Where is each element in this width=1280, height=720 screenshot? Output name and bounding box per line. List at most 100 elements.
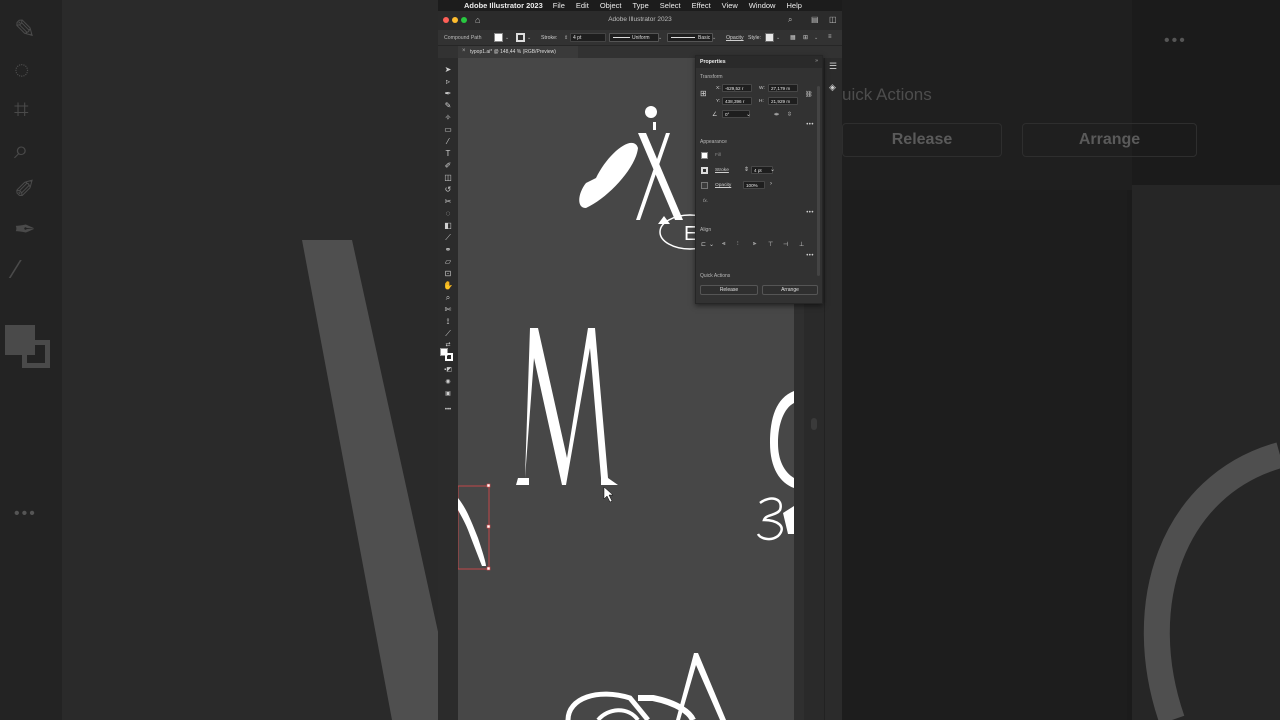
- menu-edit[interactable]: Edit: [576, 1, 589, 10]
- screen-mode-icon[interactable]: ▣: [442, 389, 454, 399]
- properties-title[interactable]: Properties: [700, 59, 726, 65]
- menu-help[interactable]: Help: [786, 1, 801, 10]
- chevron-down-icon[interactable]: ⌄: [505, 35, 509, 41]
- fill-swatch[interactable]: [494, 33, 503, 42]
- glyph-x-serif[interactable]: [653, 122, 656, 130]
- zoom-tool-icon[interactable]: ⌕: [442, 293, 454, 303]
- menu-effect[interactable]: Effect: [692, 1, 711, 10]
- chevron-down-icon[interactable]: ⌄: [712, 35, 716, 41]
- magic-wand-icon[interactable]: ✧: [442, 113, 454, 123]
- chevron-down-icon[interactable]: ⌄: [709, 241, 714, 248]
- menu-type[interactable]: Type: [633, 1, 649, 10]
- eraser-tool-icon[interactable]: ▱: [442, 257, 454, 267]
- color-mode-icon[interactable]: ▪◩: [442, 365, 454, 375]
- chevron-right-icon[interactable]: ›: [770, 181, 772, 187]
- eyedropper-icon[interactable]: ⟋: [442, 329, 454, 339]
- release-button[interactable]: Release: [700, 285, 758, 295]
- align-top-icon[interactable]: ⊤: [768, 241, 773, 248]
- w-field[interactable]: 27,179 m: [768, 84, 798, 92]
- brush-definition-dropdown[interactable]: Basic: [667, 33, 713, 42]
- artboard-tool-icon[interactable]: ⊡: [442, 269, 454, 279]
- opacity-field[interactable]: 100%: [743, 181, 765, 189]
- layers-panel-icon[interactable]: ◈: [829, 82, 836, 93]
- type-tool-icon[interactable]: T: [442, 149, 454, 159]
- rotate-tool-icon[interactable]: ↺: [442, 185, 454, 195]
- glyph-x-stroke[interactable]: [638, 133, 683, 220]
- align-vertical-center-icon[interactable]: ⊣: [783, 241, 788, 248]
- x-field[interactable]: -629,52 r: [722, 84, 752, 92]
- glyph-script-i[interactable]: [579, 142, 638, 208]
- stepper-icon[interactable]: ⇕: [744, 166, 749, 173]
- direct-selection-tool-icon[interactable]: ▹: [442, 77, 454, 87]
- align-horizontal-center-icon[interactable]: ⫶: [737, 241, 739, 248]
- graphic-style-swatch[interactable]: [765, 33, 774, 42]
- align-bottom-icon[interactable]: ⊥: [799, 241, 804, 248]
- paintbrush-tool-icon[interactable]: ⁄: [442, 137, 454, 147]
- fx-icon[interactable]: fx.: [703, 199, 708, 204]
- pen-tool-icon[interactable]: ✒: [442, 89, 454, 99]
- chevron-down-icon[interactable]: ⌄: [746, 111, 751, 118]
- more-options-icon[interactable]: •••: [806, 253, 814, 259]
- glyph-curve-2[interactable]: [596, 708, 640, 720]
- menu-object[interactable]: Object: [600, 1, 622, 10]
- menu-select[interactable]: Select: [660, 1, 681, 10]
- fill-color-swatch[interactable]: [701, 152, 708, 159]
- blend-tool-icon[interactable]: ⚭: [442, 245, 454, 255]
- more-options-icon[interactable]: •••: [806, 210, 814, 216]
- gradient-tool-icon[interactable]: ◧: [442, 221, 454, 231]
- search-icon[interactable]: ⌕: [788, 15, 792, 25]
- chevron-down-icon[interactable]: ⌄: [776, 35, 780, 41]
- scissors-tool-icon[interactable]: ✂: [442, 197, 454, 207]
- glyph-scroll[interactable]: [756, 497, 783, 541]
- align-left-icon[interactable]: ⫷: [722, 241, 725, 248]
- selection-handle[interactable]: [486, 566, 491, 571]
- chevron-down-icon[interactable]: ⌄: [527, 35, 531, 41]
- document-tab[interactable]: × typop1.ai* @ 148,44 % (RGB/Preview): [458, 46, 578, 58]
- eyedropper-tool-icon[interactable]: ⟋: [442, 233, 454, 243]
- rectangle-tool-icon[interactable]: ▭: [442, 125, 454, 135]
- stroke-label[interactable]: Stroke: [715, 168, 729, 173]
- glyph-x-thin[interactable]: [636, 133, 670, 220]
- arrange-button[interactable]: Arrange: [762, 285, 818, 295]
- pencil-tool-icon[interactable]: ✐: [442, 161, 454, 171]
- flip-horizontal-icon[interactable]: ⇹: [774, 111, 779, 118]
- menu-view[interactable]: View: [722, 1, 738, 10]
- opacity-label[interactable]: Opacity: [715, 183, 731, 188]
- flip-vertical-icon[interactable]: ⇳: [787, 111, 792, 118]
- constrain-proportions-icon[interactable]: ⛓: [805, 91, 813, 98]
- stroke-swatch[interactable]: [516, 33, 525, 42]
- panel-scrollbar[interactable]: [817, 86, 820, 276]
- glyph-dot[interactable]: [645, 106, 657, 118]
- h-field[interactable]: 21,929 m: [768, 97, 798, 105]
- selected-glyph-fragment[interactable]: [458, 498, 486, 566]
- width-tool-icon[interactable]: ⟟: [442, 317, 454, 327]
- variable-width-profile-dropdown[interactable]: Uniform: [609, 33, 659, 42]
- hand-tool-icon[interactable]: ✋: [442, 281, 454, 291]
- align-right-icon[interactable]: ⫸: [753, 241, 756, 248]
- align-to-selection-icon[interactable]: ⊏: [701, 241, 706, 248]
- close-tab-icon[interactable]: ×: [462, 48, 466, 54]
- workspace-icon[interactable]: ▤: [811, 15, 819, 24]
- app-menu[interactable]: Adobe Illustrator 2023: [464, 1, 543, 10]
- menu-file[interactable]: File: [553, 1, 565, 10]
- more-options-icon[interactable]: •••: [806, 122, 814, 128]
- transform-icon[interactable]: ⊞: [803, 34, 808, 41]
- collapse-panel-icon[interactable]: »: [815, 58, 818, 64]
- curvature-tool-icon[interactable]: ✎: [442, 101, 454, 111]
- glyph-c[interactable]: [770, 391, 794, 488]
- glyph-m[interactable]: [516, 328, 618, 485]
- chevron-down-icon[interactable]: ⌄: [770, 166, 775, 173]
- arrange-documents-icon[interactable]: ◫: [829, 15, 837, 24]
- y-field[interactable]: 438,396 r: [722, 97, 752, 105]
- selection-tool-icon[interactable]: ➤: [442, 65, 454, 75]
- chevron-down-icon[interactable]: ⌄: [814, 35, 818, 41]
- shaper-tool-icon[interactable]: ◫: [442, 173, 454, 183]
- selection-handle[interactable]: [486, 524, 491, 529]
- reference-point-icon[interactable]: ⊞: [700, 89, 707, 98]
- selection-handle[interactable]: [486, 483, 491, 488]
- chevron-down-icon[interactable]: ⌄: [658, 35, 662, 41]
- align-icon[interactable]: ▦: [790, 34, 796, 41]
- warp-tool-icon[interactable]: ◌: [442, 209, 454, 219]
- stepper-icon[interactable]: ⇕: [564, 35, 568, 41]
- draw-mode-icon[interactable]: ◉: [442, 377, 454, 387]
